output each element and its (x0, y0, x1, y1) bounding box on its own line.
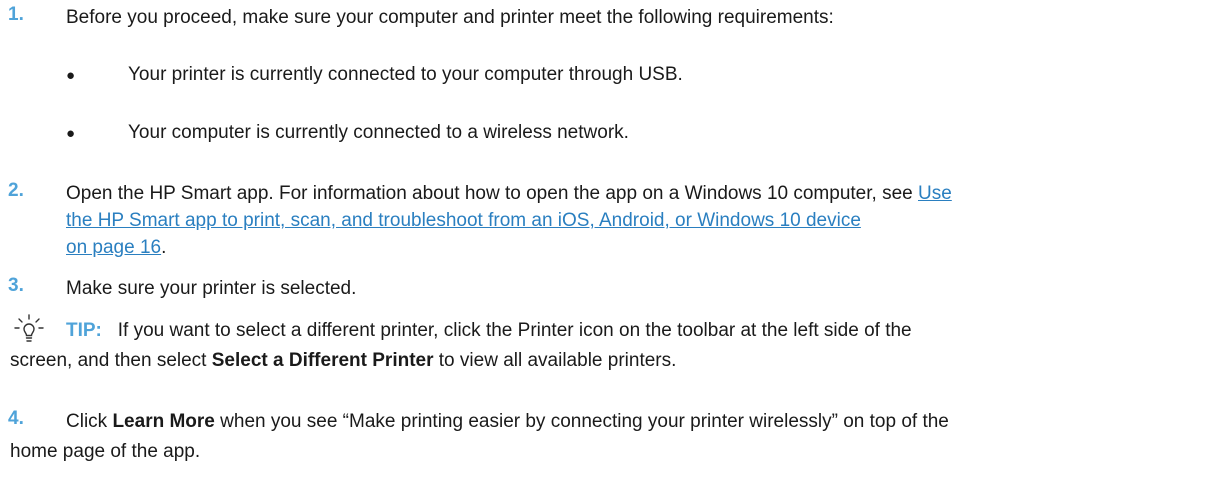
requirement-1-text: Your printer is currently connected to y… (128, 64, 683, 85)
lightbulb-icon (14, 314, 44, 342)
requirement-2-text: Your computer is currently connected to … (128, 122, 629, 143)
page-16-link-part1[interactable]: Use (918, 183, 952, 204)
step-4-text-before: Click (66, 411, 113, 432)
bullet-1: ● (66, 67, 76, 84)
select-different-printer-label: Select a Different Printer (211, 350, 434, 371)
step-number-2: 2. (8, 180, 24, 201)
tip-line-1: If you want to select a different printe… (117, 320, 912, 341)
tip-line-2-before: screen, and then select (10, 350, 212, 371)
learn-more-label: Learn More (112, 411, 215, 432)
tip-text: TIP: If you want to select a different p… (66, 317, 1207, 344)
step-number-3: 3. (8, 275, 24, 296)
page-16-link-part2[interactable]: the HP Smart app to print, scan, and tro… (66, 210, 861, 231)
step-4-text: Click Learn More when you see “Make prin… (66, 408, 1207, 435)
step-number-4: 4. (8, 408, 24, 429)
step-1-text: Before you proceed, make sure your compu… (66, 7, 834, 28)
step-2-text-before: Open the HP Smart app. For information a… (66, 183, 918, 204)
step-number-1: 1. (8, 4, 24, 25)
step-2-text: Open the HP Smart app. For information a… (66, 180, 1207, 261)
tip-text-line-2: screen, and then select Select a Differe… (10, 347, 1207, 374)
page-16-link-part3[interactable]: on page 16 (66, 237, 161, 258)
step-4-text-after: when you see “Make printing easier by co… (214, 411, 949, 432)
tip-label: TIP: (66, 320, 102, 341)
tip-line-2-after: to view all available printers. (433, 350, 677, 371)
bullet-2: ● (66, 125, 76, 142)
step-4-text-line-2: home page of the app. (10, 441, 201, 462)
step-2-text-after: . (161, 237, 167, 258)
step-3-text: Make sure your printer is selected. (66, 278, 357, 299)
